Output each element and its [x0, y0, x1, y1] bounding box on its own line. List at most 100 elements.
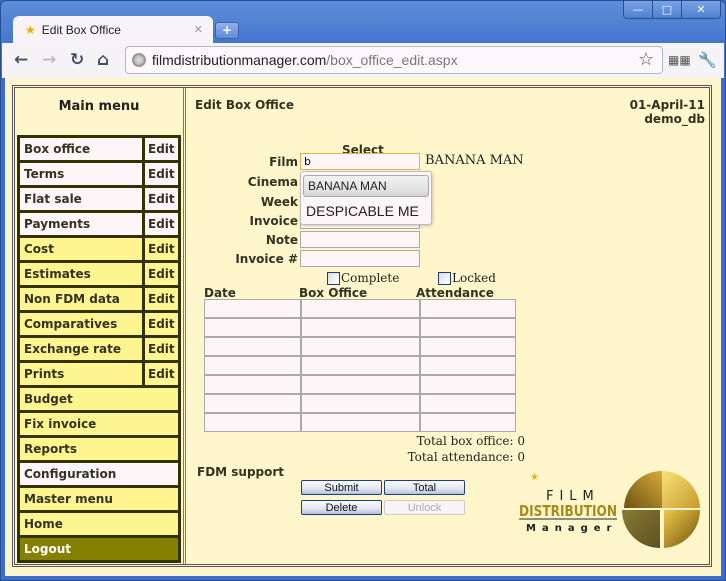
address-bar[interactable]: filmdistributionmanager.com/box_office_e… — [125, 46, 663, 74]
menu-item-logout: Logout — [20, 538, 178, 560]
menu-link[interactable]: Comparatives — [20, 313, 142, 335]
close-window-button[interactable]: ✕ — [681, 1, 720, 18]
cinema-label: Cinema — [247, 175, 298, 189]
box-office-cell-input[interactable] — [302, 395, 419, 412]
menu-edit-link[interactable]: Edit — [145, 313, 178, 335]
attendance-cell-input[interactable] — [421, 376, 515, 393]
menu-link[interactable]: Logout — [20, 538, 178, 560]
menu-item-comparatives: Comparatives Edit — [20, 313, 178, 335]
box-office-cell-input[interactable] — [302, 376, 419, 393]
back-icon[interactable]: ← — [14, 50, 28, 70]
page-viewport: Main menu Box office Edit Terms Edit Flat sa… — [5, 78, 721, 576]
menu-link[interactable]: Estimates — [20, 263, 142, 285]
menu-link[interactable]: Configuration — [20, 463, 178, 485]
box-office-cell-input[interactable] — [302, 300, 419, 317]
box-office-cell-input[interactable] — [302, 357, 419, 374]
bookmark-star-icon[interactable]: ☆ — [638, 49, 654, 70]
menu-link[interactable]: Fix invoice — [20, 413, 178, 435]
date-cell-input[interactable] — [205, 414, 300, 431]
attendance-cell-input[interactable] — [421, 357, 515, 374]
complete-checkbox[interactable]: Complete — [327, 271, 399, 285]
menu-edit-link[interactable]: Edit — [145, 138, 178, 160]
col-header-attendance: Attendance — [416, 286, 494, 300]
col-header-box-office: Box Office — [299, 286, 368, 300]
database-name: demo_db — [644, 112, 705, 126]
box-office-cell-input[interactable] — [302, 319, 419, 336]
date-cell-input[interactable] — [205, 357, 300, 374]
submit-button[interactable]: Submit — [301, 480, 382, 495]
date-cell-input[interactable] — [205, 319, 300, 336]
menu-link[interactable]: Flat sale — [20, 188, 142, 210]
checkbox-icon[interactable] — [438, 272, 451, 285]
total-box-office: Total box office: 0 — [416, 434, 525, 448]
date-cell-input[interactable] — [205, 395, 300, 412]
invoice-number-input[interactable] — [300, 250, 420, 267]
menu-link[interactable]: Non FDM data — [20, 288, 142, 310]
total-button[interactable]: Total — [384, 480, 465, 495]
note-input[interactable] — [300, 231, 420, 248]
delete-button[interactable]: Delete — [301, 500, 382, 515]
attendance-cell-input[interactable] — [421, 338, 515, 355]
date-cell-input[interactable] — [205, 376, 300, 393]
menu-edit-link[interactable]: Edit — [145, 363, 178, 385]
minimize-button[interactable]: — — [624, 1, 652, 18]
reload-icon[interactable]: ↻ — [70, 50, 84, 70]
main-frame: Main menu Box office Edit Terms Edit Flat sa… — [12, 85, 712, 567]
close-tab-icon[interactable]: ✕ — [194, 23, 203, 36]
box-office-cell-input[interactable] — [302, 414, 419, 431]
note-label: Note — [265, 233, 298, 247]
film-label: Film — [269, 155, 298, 169]
menu-edit-link[interactable]: Edit — [145, 263, 178, 285]
menu-edit-link[interactable]: Edit — [145, 288, 178, 310]
current-date: 01-April-11 — [629, 98, 705, 112]
wrench-icon[interactable]: 🔧 — [698, 51, 717, 69]
menu-link[interactable]: Terms — [20, 163, 142, 185]
checkbox-icon[interactable] — [327, 272, 340, 285]
menu-link[interactable]: Prints — [20, 363, 142, 385]
film-selected-value: BANANA MAN — [425, 153, 524, 168]
autocomplete-option[interactable]: BANANA MAN — [303, 175, 429, 197]
maximize-button[interactable]: □ — [652, 1, 681, 18]
forward-icon[interactable]: → — [42, 50, 56, 70]
logo-distribution-text: DISTRIBUTION — [519, 502, 617, 520]
menu-edit-link[interactable]: Edit — [145, 338, 178, 360]
col-header-date: Date — [204, 286, 236, 300]
total-attendance: Total attendance: 0 — [407, 450, 525, 464]
menu-link[interactable]: Exchange rate — [20, 338, 142, 360]
box-office-cell-input[interactable] — [302, 338, 419, 355]
film-distribution-manager-logo: FILM ★ DISTRIBUTION Manager — [519, 471, 700, 548]
film-input[interactable]: b — [300, 153, 420, 170]
new-tab-button[interactable]: + — [215, 22, 239, 39]
date-cell-input[interactable] — [205, 338, 300, 355]
menu-link[interactable]: Reports — [20, 438, 178, 460]
menu-link[interactable]: Box office — [20, 138, 142, 160]
menu-link[interactable]: Home — [20, 513, 178, 535]
apps-grid-icon[interactable]: ▦▦ — [668, 53, 691, 67]
menu-edit-link[interactable]: Edit — [145, 238, 178, 260]
fdm-support-link[interactable]: FDM support — [197, 465, 284, 479]
home-icon[interactable]: ⌂ — [97, 50, 109, 70]
logo-manager-text: Manager — [526, 523, 617, 534]
browser-tab[interactable]: ★ Edit Box Office ✕ — [13, 16, 213, 43]
week-label: Week — [260, 195, 298, 209]
locked-checkbox[interactable]: Locked — [438, 271, 496, 285]
autocomplete-option[interactable]: DESPICABLE ME — [301, 199, 431, 223]
menu-link[interactable]: Master menu — [20, 488, 178, 510]
menu-item-home: Home — [20, 513, 178, 535]
attendance-cell-input[interactable] — [421, 395, 515, 412]
attendance-cell-input[interactable] — [421, 319, 515, 336]
logo-star-icon: ★ — [530, 472, 539, 483]
menu-item-payments: Payments Edit — [20, 213, 178, 235]
menu-link[interactable]: Payments — [20, 213, 142, 235]
date-db-info: 01-April-11 demo_db — [630, 98, 705, 126]
menu-edit-link[interactable]: Edit — [145, 188, 178, 210]
attendance-cell-input[interactable] — [421, 300, 515, 317]
menu-link[interactable]: Cost — [20, 238, 142, 260]
attendance-cell-input[interactable] — [421, 414, 515, 431]
menu-item-exchange-rate: Exchange rate Edit — [20, 338, 178, 360]
menu-edit-link[interactable]: Edit — [145, 213, 178, 235]
menu-item-non-fdm-data: Non FDM data Edit — [20, 288, 178, 310]
menu-edit-link[interactable]: Edit — [145, 163, 178, 185]
menu-link[interactable]: Budget — [20, 388, 178, 410]
date-cell-input[interactable] — [205, 300, 300, 317]
